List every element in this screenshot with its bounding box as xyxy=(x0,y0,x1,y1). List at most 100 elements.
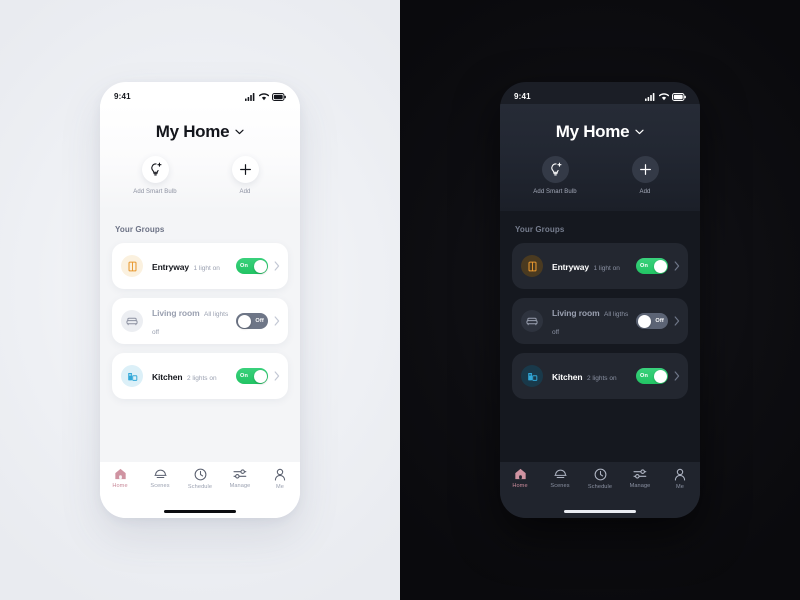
battery-icon xyxy=(672,92,686,101)
tab-home[interactable]: Home xyxy=(100,468,140,489)
toggle-label: Off xyxy=(655,318,664,324)
chevron-right-icon[interactable] xyxy=(674,316,680,326)
home-indicator[interactable] xyxy=(164,509,236,513)
group-text: Kitchen 2 lights on xyxy=(152,367,236,385)
chevron-right-icon[interactable] xyxy=(274,316,280,326)
status-time: 9:41 xyxy=(514,92,531,101)
quick-action-add[interactable]: Add xyxy=(613,156,677,195)
tab-me[interactable]: Me xyxy=(660,468,700,490)
home-indicator-area xyxy=(500,504,700,518)
signal-icon xyxy=(645,92,655,101)
chevron-right-icon[interactable] xyxy=(674,261,680,271)
home-indicator-area xyxy=(100,504,300,518)
bottom-tab-bar: Home Scenes Schedule Manage Me xyxy=(100,462,300,504)
group-toggle[interactable]: On xyxy=(636,368,668,384)
home-title-group[interactable]: My Home xyxy=(556,122,644,142)
home-icon xyxy=(514,468,526,480)
quick-actions: Add Smart Bulb Add xyxy=(500,156,700,195)
tab-label: Home xyxy=(112,483,128,489)
door-icon xyxy=(121,255,143,277)
tab-label: Me xyxy=(676,484,684,490)
tab-manage[interactable]: Manage xyxy=(220,468,260,489)
tab-schedule[interactable]: Schedule xyxy=(580,468,620,490)
wifi-icon xyxy=(259,92,269,100)
group-card-entryway[interactable]: Entryway 1 light on On xyxy=(512,243,688,289)
status-icons xyxy=(245,92,286,101)
dark-theme-pane: 9:41 My Home Add Smart Bulb Add Your Gro… xyxy=(400,0,800,600)
group-card-entryway[interactable]: Entryway 1 light on On xyxy=(112,243,288,289)
tab-me[interactable]: Me xyxy=(260,468,300,490)
toggle-label: On xyxy=(640,263,649,269)
group-name: Living room xyxy=(552,308,600,318)
tab-schedule[interactable]: Schedule xyxy=(180,468,220,490)
quick-action-add[interactable]: Add xyxy=(213,156,277,195)
bottom-tab-bar: Home Scenes Schedule Manage Me xyxy=(500,462,700,504)
tab-manage[interactable]: Manage xyxy=(620,468,660,489)
toggle-knob xyxy=(253,259,267,273)
chevron-down-icon[interactable] xyxy=(635,129,644,135)
chevron-right-icon[interactable] xyxy=(274,261,280,271)
smart-bulb-icon xyxy=(141,156,169,183)
fridge-icon xyxy=(521,365,543,387)
group-text: Kitchen 2 lights on xyxy=(552,367,636,385)
group-toggle[interactable]: On xyxy=(636,258,668,274)
group-status: 1 light on xyxy=(593,265,620,272)
group-text: Living room All ligths off xyxy=(552,303,636,339)
tab-label: Schedule xyxy=(587,484,613,490)
status-icons xyxy=(645,92,686,101)
page-title: My Home xyxy=(155,122,230,141)
section-title: Your Groups xyxy=(515,225,565,234)
chevron-down-icon[interactable] xyxy=(235,129,244,135)
chevron-right-icon[interactable] xyxy=(674,371,680,381)
phone-light: 9:41 My Home Add Smart Bulb Add Your Gro… xyxy=(100,82,300,518)
home-header: My Home Add Smart Bulb Add xyxy=(100,104,300,211)
sofa-icon xyxy=(121,310,143,332)
group-name: Living room xyxy=(152,308,200,318)
scenes-icon xyxy=(553,469,567,479)
chevron-right-icon[interactable] xyxy=(274,371,280,381)
tab-scenes[interactable]: Scenes xyxy=(140,468,180,489)
group-card-living-room[interactable]: Living room All lights off Off xyxy=(112,298,288,344)
groups-section: Your Groups Entryway 1 light on On Livin… xyxy=(500,211,700,462)
home-indicator[interactable] xyxy=(564,509,636,513)
tab-label: Me xyxy=(276,484,284,490)
smart-bulb-icon xyxy=(541,156,569,183)
group-name: Kitchen xyxy=(152,372,183,382)
door-icon xyxy=(521,255,543,277)
home-title-group[interactable]: My Home xyxy=(156,122,244,142)
quick-action-add-smart-bulb[interactable]: Add Smart Bulb xyxy=(523,156,587,195)
plus-icon xyxy=(631,156,659,183)
group-text: Entryway 1 light on xyxy=(552,257,636,275)
group-name: Entryway xyxy=(152,262,189,272)
group-toggle[interactable]: Off xyxy=(636,313,668,329)
home-icon xyxy=(114,468,126,480)
group-status: 1 light on xyxy=(193,265,220,272)
group-toggle[interactable]: On xyxy=(236,368,268,384)
group-card-kitchen[interactable]: Kitchen 2 lights on On xyxy=(512,353,688,399)
tab-label: Manage xyxy=(229,483,251,489)
tab-scenes[interactable]: Scenes xyxy=(540,468,580,489)
toggle-knob xyxy=(653,259,667,273)
group-toggle[interactable]: On xyxy=(236,258,268,274)
toggle-label: On xyxy=(240,373,249,379)
section-title: Your Groups xyxy=(115,225,165,234)
group-toggle[interactable]: Off xyxy=(236,313,268,329)
person-icon xyxy=(674,468,686,481)
sliders-icon xyxy=(633,469,647,479)
group-card-living-room[interactable]: Living room All ligths off Off xyxy=(512,298,688,344)
group-status: 2 lights on xyxy=(586,375,617,382)
group-text: Living room All lights off xyxy=(152,303,236,339)
fridge-icon xyxy=(121,365,143,387)
phone-dark: 9:41 My Home Add Smart Bulb Add Your Gro… xyxy=(500,82,700,518)
quick-action-add-smart-bulb[interactable]: Add Smart Bulb xyxy=(123,156,187,195)
sofa-icon xyxy=(521,310,543,332)
status-bar: 9:41 xyxy=(100,82,300,104)
group-card-kitchen[interactable]: Kitchen 2 lights on On xyxy=(112,353,288,399)
home-header: My Home Add Smart Bulb Add xyxy=(500,104,700,211)
signal-icon xyxy=(245,92,255,101)
quick-action-label: Add Smart Bulb xyxy=(133,189,177,195)
wifi-icon xyxy=(659,92,669,100)
plus-icon xyxy=(231,156,259,183)
group-status: 2 lights on xyxy=(186,375,217,382)
tab-home[interactable]: Home xyxy=(500,468,540,489)
